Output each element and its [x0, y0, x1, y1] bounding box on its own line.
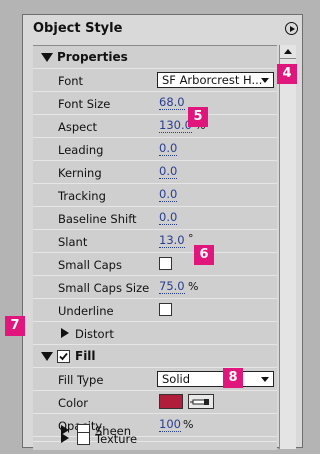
- color-swatch[interactable]: [159, 394, 183, 409]
- aspect-label: Aspect: [58, 120, 98, 134]
- fill-checkbox[interactable]: [57, 350, 70, 363]
- font-size-value[interactable]: 68.0: [159, 96, 185, 110]
- checkmark-icon: [59, 352, 68, 361]
- callout-6: 6: [194, 245, 214, 265]
- play-arrow-icon: [289, 25, 295, 32]
- properties-label: Properties: [57, 50, 128, 64]
- row-texture[interactable]: Texture: [33, 428, 277, 448]
- small-caps-size-label: Small Caps Size: [58, 281, 150, 295]
- fill-type-select[interactable]: Solid: [157, 371, 274, 387]
- leading-value[interactable]: 0.0: [159, 142, 178, 156]
- font-select-value: SF Arborcrest H...: [162, 73, 263, 87]
- aspect-value[interactable]: 130.0: [159, 119, 192, 133]
- font-size-label: Font Size: [58, 97, 111, 111]
- tracking-label: Tracking: [58, 189, 106, 203]
- small-caps-size-unit: %: [188, 280, 199, 293]
- small-caps-checkbox[interactable]: [159, 257, 172, 270]
- fill-type-label: Fill Type: [58, 373, 104, 387]
- row-baseline-shift: Baseline Shift 0.0: [33, 207, 277, 230]
- chevron-down-icon: [261, 377, 269, 382]
- underline-checkbox[interactable]: [159, 303, 172, 316]
- small-caps-label: Small Caps: [58, 258, 122, 272]
- row-aspect: Aspect 130.0 %: [33, 115, 277, 138]
- panel-menu-button[interactable]: [285, 22, 298, 35]
- callout-7: 7: [5, 316, 25, 336]
- row-tracking: Tracking 0.0: [33, 184, 277, 207]
- row-slant: Slant 13.0 °: [33, 230, 277, 253]
- properties-section-header[interactable]: Properties: [33, 46, 277, 69]
- row-font-size: Font Size 68.0: [33, 92, 277, 115]
- expand-triangle-icon[interactable]: [41, 352, 53, 361]
- distort-label: Distort: [75, 327, 114, 341]
- callout-5: 5: [188, 107, 208, 127]
- properties-list: Properties Font SF Arborcrest H... Font …: [33, 45, 277, 450]
- row-small-caps: Small Caps: [33, 253, 277, 276]
- font-label: Font: [58, 74, 84, 88]
- panel-title: Object Style: [33, 21, 123, 36]
- kerning-label: Kerning: [58, 166, 102, 180]
- expand-triangle-icon[interactable]: [61, 433, 69, 443]
- callout-4: 4: [277, 64, 297, 84]
- row-font: Font SF Arborcrest H...: [33, 69, 277, 92]
- color-label: Color: [58, 396, 89, 410]
- eyedropper-button[interactable]: [188, 394, 214, 409]
- baseline-shift-label: Baseline Shift: [58, 212, 137, 226]
- row-distort[interactable]: Distort: [33, 322, 277, 345]
- chevron-down-icon: [261, 78, 269, 83]
- small-caps-size-value[interactable]: 75.0: [159, 280, 185, 294]
- slant-unit: °: [188, 232, 194, 245]
- texture-label: Texture: [95, 432, 138, 446]
- row-small-caps-size: Small Caps Size 75.0 %: [33, 276, 277, 299]
- fill-section-header[interactable]: Fill: [33, 345, 277, 368]
- object-style-panel: Object Style Properties Font SF Arborcre…: [22, 14, 303, 450]
- fill-type-value: Solid: [162, 372, 191, 386]
- expand-triangle-icon[interactable]: [61, 328, 69, 338]
- eyedropper-icon: [190, 399, 209, 405]
- callout-8: 8: [223, 368, 243, 388]
- underline-label: Underline: [58, 304, 114, 318]
- row-leading: Leading 0.0: [33, 138, 277, 161]
- expand-triangle-icon[interactable]: [41, 53, 53, 62]
- row-color: Color: [33, 391, 277, 414]
- slant-label: Slant: [58, 235, 88, 249]
- tracking-value[interactable]: 0.0: [159, 188, 178, 202]
- fill-label: Fill: [75, 349, 96, 363]
- kerning-value[interactable]: 0.0: [159, 165, 178, 179]
- baseline-shift-value[interactable]: 0.0: [159, 211, 178, 225]
- panel-header: Object Style: [23, 15, 302, 41]
- scroll-up-arrow-icon[interactable]: [280, 45, 296, 59]
- row-kerning: Kerning 0.0: [33, 161, 277, 184]
- font-select[interactable]: SF Arborcrest H...: [157, 72, 274, 88]
- slant-value[interactable]: 13.0: [159, 234, 185, 248]
- scrollbar[interactable]: [279, 45, 296, 449]
- texture-checkbox[interactable]: [77, 432, 90, 445]
- row-underline: Underline: [33, 299, 277, 322]
- leading-label: Leading: [58, 143, 104, 157]
